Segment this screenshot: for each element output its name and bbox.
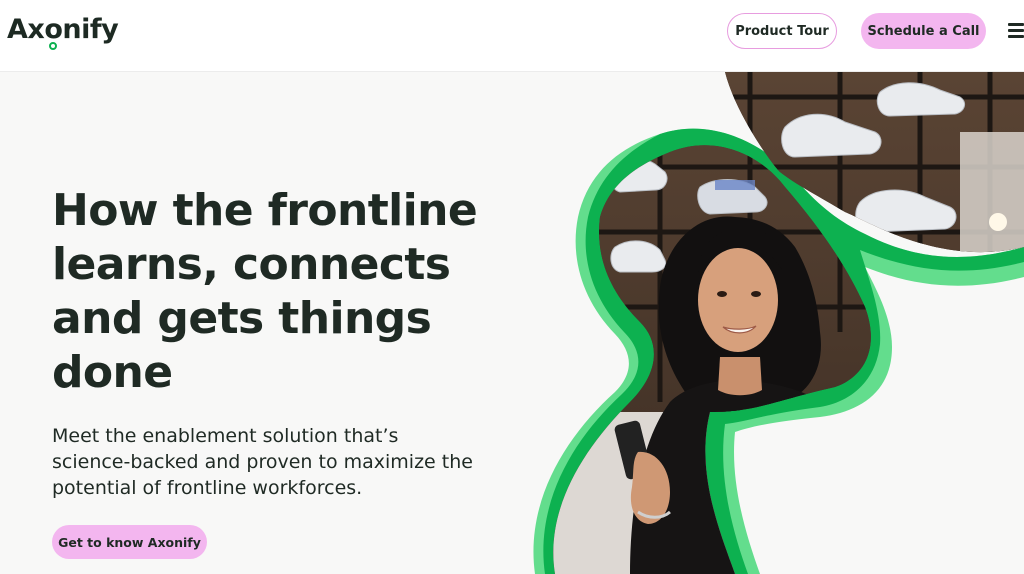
menu-bar-bottom — [1008, 35, 1024, 38]
page: Ax o nify Product Tour Schedule a Call How… — [0, 0, 1024, 574]
site-header: Ax o nify Product Tour Schedule a Call — [0, 0, 1024, 72]
hero-image — [520, 72, 1024, 574]
logo-text-end: nify — [62, 14, 119, 45]
hero-image-graphic — [533, 72, 1024, 574]
hamburger-menu-icon[interactable] — [1008, 21, 1024, 39]
hero-title: How the frontline learns, connects and g… — [52, 185, 478, 398]
menu-bar-top — [1008, 23, 1024, 26]
axonify-logo[interactable]: Ax o nify — [7, 13, 119, 50]
get-to-know-button[interactable]: Get to know Axonify — [52, 525, 207, 559]
schedule-call-button[interactable]: Schedule a Call — [861, 13, 986, 49]
product-tour-button[interactable]: Product Tour — [727, 13, 837, 49]
hero-subtitle: Meet the enablement solution that’s scie… — [52, 425, 473, 499]
logo-text-o: o — [44, 14, 63, 45]
logo-dot-icon — [49, 42, 58, 50]
menu-bar-middle — [1008, 29, 1024, 32]
logo-text-start: Ax — [7, 14, 45, 45]
logo-o: o — [44, 13, 63, 50]
